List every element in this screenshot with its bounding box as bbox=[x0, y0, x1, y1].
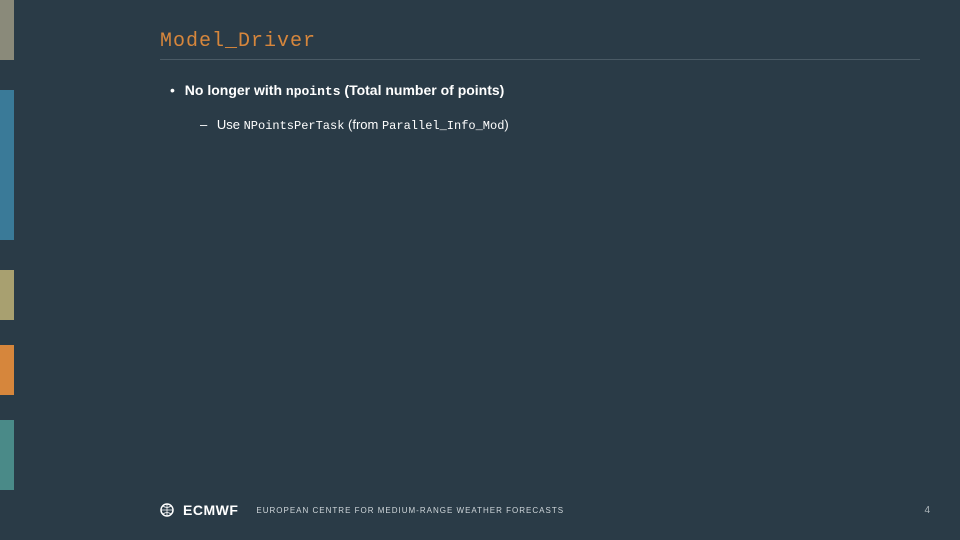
bullet-code-1: NPointsPerTask bbox=[244, 119, 345, 133]
bullet-text-suffix: (Total number of points) bbox=[341, 82, 505, 98]
slide-content: Model_Driver • No longer with npoints (T… bbox=[160, 30, 920, 133]
bullet-code: npoints bbox=[286, 84, 341, 99]
bullet-text-prefix: Use bbox=[217, 117, 244, 132]
bullet-text-prefix: No longer with bbox=[185, 82, 286, 98]
bullet-level-2: – Use NPointsPerTask (from Parallel_Info… bbox=[200, 117, 920, 133]
logo-text: ECMWF bbox=[183, 502, 238, 518]
bullet-marker: • bbox=[170, 82, 175, 98]
footer-left: ECMWF EUROPEAN CENTRE FOR MEDIUM-RANGE W… bbox=[160, 502, 564, 518]
bullet-text-mid: (from bbox=[344, 117, 382, 132]
bullet-marker: – bbox=[200, 117, 207, 132]
slide-footer: ECMWF EUROPEAN CENTRE FOR MEDIUM-RANGE W… bbox=[160, 502, 930, 518]
ecmwf-logo: ECMWF bbox=[160, 502, 238, 518]
sidebar-color-strip bbox=[0, 0, 14, 540]
page-number: 4 bbox=[924, 505, 930, 516]
footer-tagline: EUROPEAN CENTRE FOR MEDIUM-RANGE WEATHER… bbox=[256, 506, 564, 515]
slide-title: Model_Driver bbox=[160, 30, 920, 60]
globe-icon bbox=[160, 503, 178, 517]
bullet-text-suffix: ) bbox=[504, 117, 508, 132]
bullet-code-2: Parallel_Info_Mod bbox=[382, 119, 504, 133]
bullet-level-1: • No longer with npoints (Total number o… bbox=[170, 82, 920, 99]
